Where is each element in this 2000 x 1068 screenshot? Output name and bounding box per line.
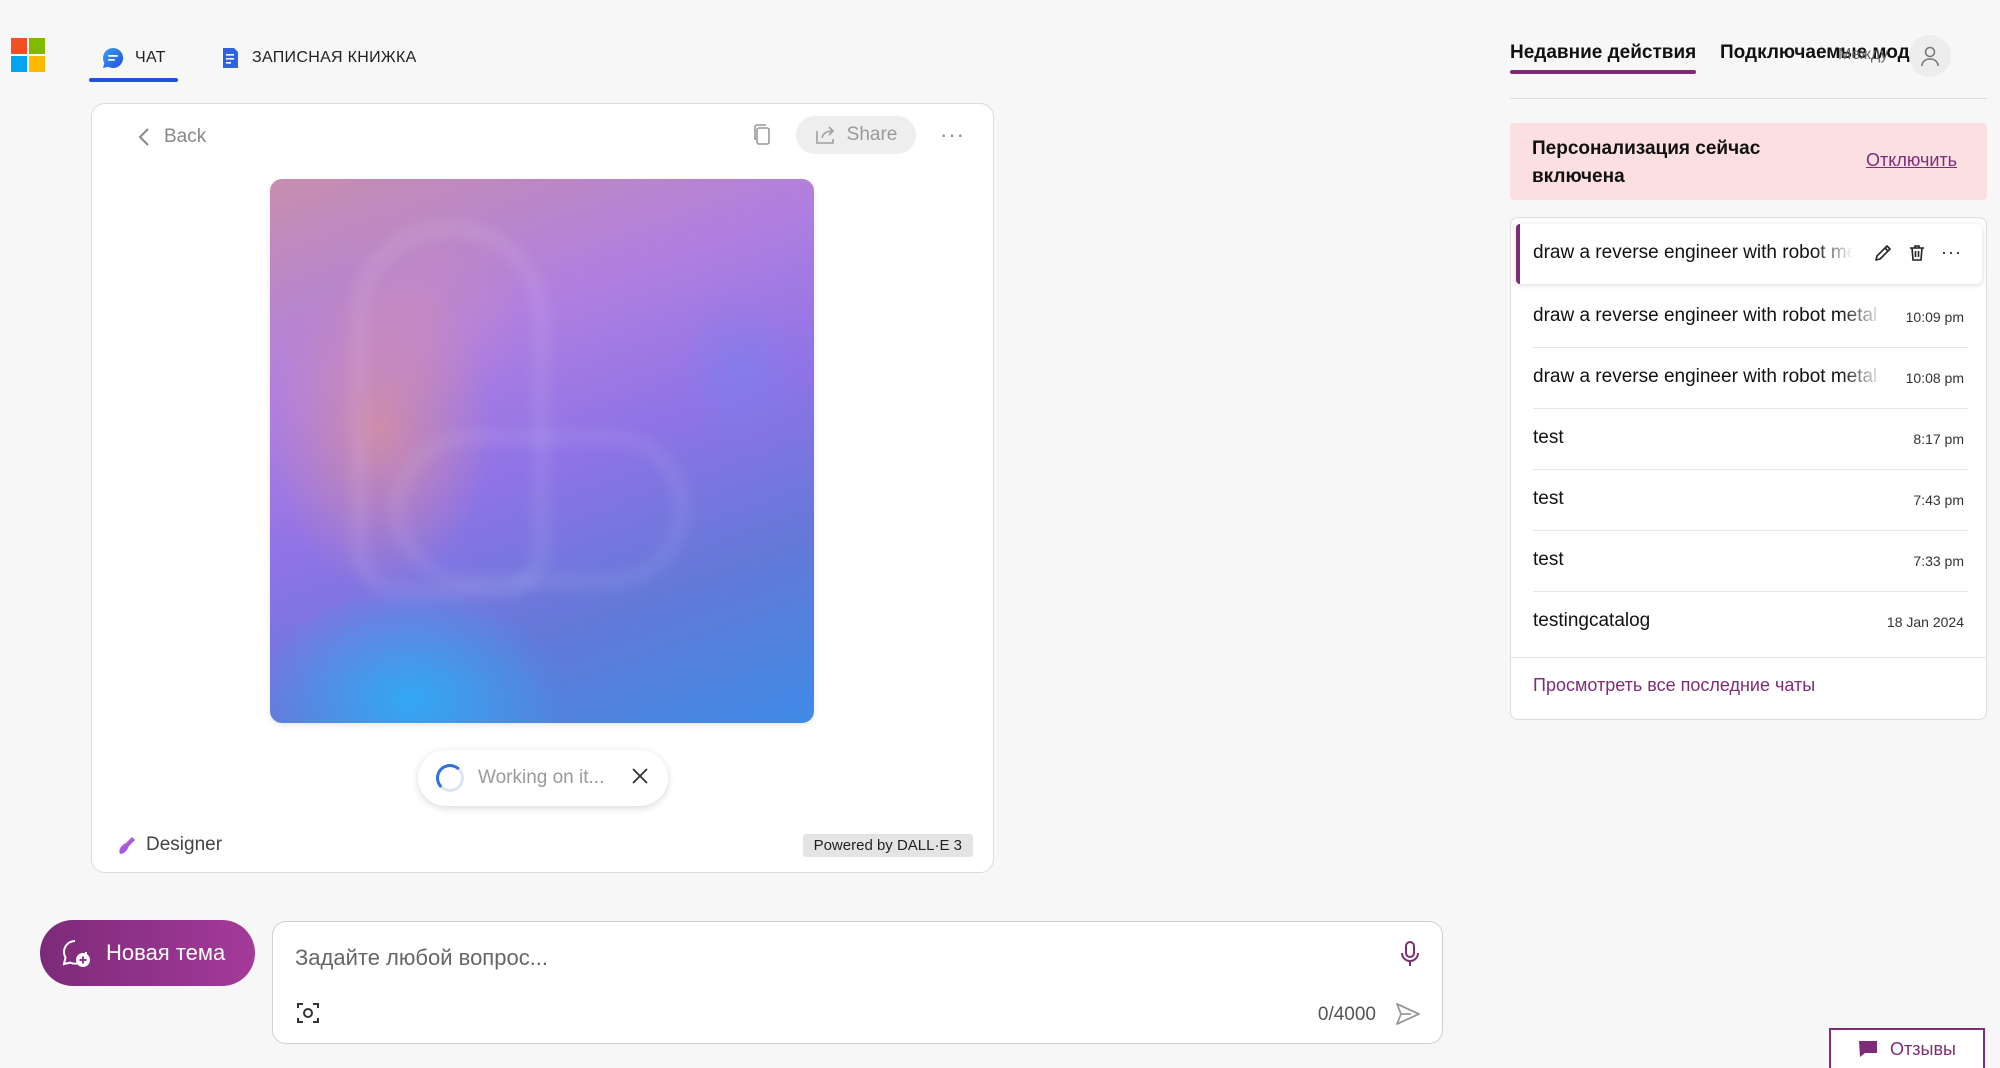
history-item-time: 10:09 pm — [1905, 309, 1964, 325]
new-chat-icon — [62, 940, 90, 967]
feedback-icon — [1859, 1041, 1878, 1057]
chevron-left-icon — [138, 128, 149, 146]
tab-notebook[interactable]: ЗАПИСНАЯ КНИЖКА — [218, 38, 417, 78]
list-separator — [1511, 657, 1986, 658]
working-label: Working on it... — [478, 767, 605, 788]
history-item-time: 18 Jan 2024 — [1886, 614, 1964, 630]
panel-divider — [1510, 98, 1987, 99]
overlap-label: Между — [1838, 46, 1889, 63]
history-item-title: test — [1533, 488, 1564, 509]
feedback-label: Отзывы — [1890, 1038, 1956, 1059]
history-item-title: test — [1533, 549, 1564, 570]
back-label: Back — [164, 126, 207, 147]
disable-personalization-link[interactable]: Отключить — [1866, 150, 1957, 171]
working-status-pill: Working on it... — [418, 750, 668, 806]
tab-chat-label: ЧАТ — [135, 49, 166, 66]
new-topic-label: Новая тема — [106, 940, 226, 965]
history-item[interactable]: test 8:17 pm — [1511, 409, 1986, 470]
generated-image-placeholder — [270, 179, 814, 723]
recent-chats-list: draw a reverse engineer with robot metal… — [1510, 217, 1987, 720]
tab-plugins[interactable]: Подключаемые модули Между — [1720, 38, 1910, 72]
personalization-banner: Персонализация сейчас включена Отключить — [1510, 123, 1987, 200]
logo-square-blue — [11, 56, 27, 72]
feedback-button[interactable]: Отзывы — [1829, 1028, 1985, 1068]
tab-notebook-label: ЗАПИСНАЯ КНИЖКА — [252, 49, 417, 66]
copy-icon[interactable] — [752, 123, 772, 147]
visual-search-icon[interactable] — [295, 1000, 321, 1026]
history-item-title: draw a reverse engineer with robot metal… — [1533, 366, 1883, 387]
view-all-chats-link[interactable]: Просмотреть все последние чаты — [1533, 675, 1815, 696]
history-item[interactable]: draw a reverse engineer with robot metal… — [1511, 348, 1986, 409]
designer-label: Designer — [146, 834, 223, 855]
send-icon[interactable] — [1394, 1000, 1422, 1028]
history-item-time: 7:43 pm — [1913, 492, 1964, 508]
tab-recent-activity-label: Недавние действия — [1510, 42, 1697, 63]
back-button[interactable]: Back — [138, 126, 206, 148]
history-item[interactable]: draw a reverse engineer with robot metal… — [1511, 287, 1986, 348]
history-item-title: testingcatalog — [1533, 610, 1651, 631]
history-item-time: 8:17 pm — [1913, 431, 1964, 447]
loading-spinner-icon — [436, 764, 464, 792]
tab-recent-activity[interactable]: Недавние действия — [1510, 42, 1697, 74]
profile-avatar[interactable] — [1909, 35, 1951, 77]
history-item[interactable]: test 7:33 pm — [1511, 531, 1986, 592]
share-icon — [815, 126, 834, 144]
image-blur-shape — [390, 429, 690, 589]
close-icon — [632, 767, 648, 784]
history-item-title: draw a reverse engineer with robot metal… — [1533, 242, 1853, 263]
history-item-selected[interactable]: draw a reverse engineer with robot metal… — [1516, 224, 1982, 284]
microphone-icon[interactable] — [1400, 940, 1420, 968]
history-item-time: 10:08 pm — [1905, 370, 1964, 386]
microsoft-logo[interactable] — [11, 38, 45, 72]
edit-pencil-icon[interactable] — [1873, 243, 1893, 263]
logo-square-green — [29, 38, 45, 54]
new-topic-button[interactable]: Новая тема — [40, 920, 255, 986]
chat-input[interactable] — [293, 938, 1343, 978]
history-item[interactable]: test 7:43 pm — [1511, 470, 1986, 531]
history-item-title: draw a reverse engineer with robot metal… — [1533, 305, 1883, 326]
image-creator-card: Back Share ··· Working on it... Designer… — [91, 103, 994, 873]
logo-square-yellow — [29, 56, 45, 72]
history-item-time: 7:33 pm — [1913, 553, 1964, 569]
powered-by-badge: Powered by DALL·E 3 — [802, 834, 973, 857]
share-button[interactable]: Share — [796, 116, 917, 154]
history-item[interactable]: testingcatalog 18 Jan 2024 — [1511, 592, 1986, 653]
designer-branding: Designer — [116, 834, 222, 856]
designer-logo-icon — [119, 837, 135, 854]
share-label: Share — [846, 124, 898, 145]
user-icon — [1921, 46, 1939, 67]
chat-composer: 0/4000 — [272, 921, 1443, 1044]
more-options-icon[interactable]: ··· — [1941, 242, 1962, 263]
cancel-generation-button[interactable] — [630, 766, 650, 791]
tab-chat[interactable]: ЧАТ — [89, 38, 178, 82]
personalization-text: Персонализация сейчас включена — [1532, 138, 1761, 187]
history-item-title: test — [1533, 427, 1564, 448]
more-options-icon[interactable]: ··· — [940, 122, 965, 148]
history-item-actions: ··· — [1873, 242, 1962, 263]
character-counter: 0/4000 — [1317, 1004, 1376, 1025]
delete-trash-icon[interactable] — [1907, 243, 1927, 263]
card-toolbar: Share ··· — [752, 116, 965, 154]
chat-bubble-icon — [103, 47, 124, 68]
notebook-icon — [223, 48, 238, 68]
logo-square-red — [11, 38, 27, 54]
